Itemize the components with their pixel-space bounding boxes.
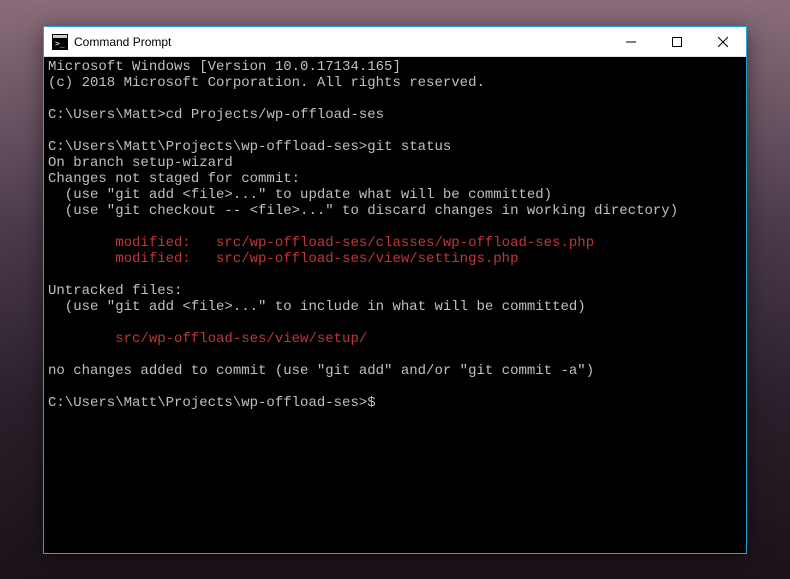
minimize-button[interactable] <box>608 27 654 56</box>
svg-text:>_: >_ <box>55 39 65 48</box>
output-line: (c) 2018 Microsoft Corporation. All righ… <box>48 75 485 91</box>
prompt-path: C:\Users\Matt> <box>48 107 166 123</box>
modified-file: modified: src/wp-offload-ses/view/settin… <box>48 251 518 267</box>
window-title: Command Prompt <box>74 35 608 49</box>
titlebar[interactable]: >_ Command Prompt <box>44 27 746 57</box>
prompt: C:\Users\Matt\Projects\wp-offload-ses>gi… <box>48 139 451 155</box>
prompt-active: C:\Users\Matt\Projects\wp-offload-ses>$ <box>48 395 376 411</box>
command-text: git status <box>367 139 451 155</box>
output-line: Untracked files: <box>48 283 182 299</box>
output-line: no changes added to commit (use "git add… <box>48 363 594 379</box>
modified-file: modified: src/wp-offload-ses/classes/wp-… <box>48 235 594 251</box>
output-line: Microsoft Windows [Version 10.0.17134.16… <box>48 59 401 75</box>
prompt: C:\Users\Matt>cd Projects/wp-offload-ses <box>48 107 384 123</box>
output-line: Changes not staged for commit: <box>48 171 300 187</box>
command-text: cd Projects/wp-offload-ses <box>166 107 384 123</box>
output-line: (use "git checkout -- <file>..." to disc… <box>48 203 678 219</box>
maximize-button[interactable] <box>654 27 700 56</box>
output-line: (use "git add <file>..." to update what … <box>48 187 552 203</box>
close-button[interactable] <box>700 27 746 56</box>
command-prompt-window: >_ Command Prompt Microsoft Windows [Ver… <box>43 26 747 554</box>
window-controls <box>608 27 746 56</box>
cmd-icon: >_ <box>52 34 68 50</box>
untracked-file: src/wp-offload-ses/view/setup/ <box>48 331 367 347</box>
prompt-path: C:\Users\Matt\Projects\wp-offload-ses> <box>48 395 367 411</box>
output-line: (use "git add <file>..." to include in w… <box>48 299 586 315</box>
prompt-path: C:\Users\Matt\Projects\wp-offload-ses> <box>48 139 367 155</box>
cursor: $ <box>367 395 375 411</box>
output-line: On branch setup-wizard <box>48 155 233 171</box>
terminal-output[interactable]: Microsoft Windows [Version 10.0.17134.16… <box>44 57 746 553</box>
